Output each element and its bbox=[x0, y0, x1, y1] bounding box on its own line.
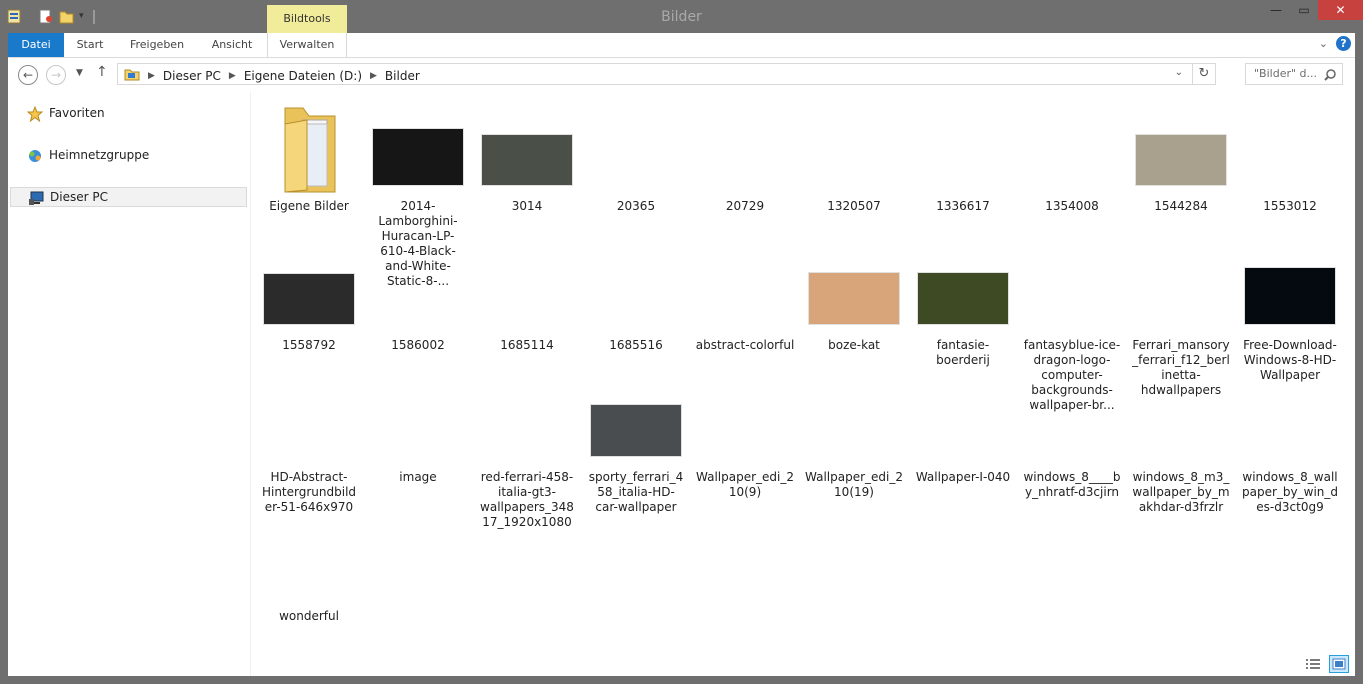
search-icon[interactable] bbox=[1323, 67, 1337, 86]
refresh-icon[interactable]: ↻ bbox=[1192, 64, 1215, 84]
image-thumbnail bbox=[482, 135, 572, 185]
image-thumbnail bbox=[1245, 268, 1335, 324]
file-name-label: 20729 bbox=[725, 199, 765, 213]
file-name-label: 1544284 bbox=[1154, 199, 1208, 213]
file-name-label: 1586002 bbox=[391, 338, 445, 352]
search-placeholder: "Bilder" d... bbox=[1254, 67, 1318, 80]
file-name-label: HD-Abstract-Hintergrundbilder-51-646x970 bbox=[261, 470, 357, 514]
address-dropdown-icon[interactable]: ⌄ bbox=[1175, 67, 1183, 78]
nav-item-dieser-pc[interactable]: Dieser PC bbox=[10, 187, 247, 207]
file-name-label: Eigene Bilder bbox=[269, 199, 349, 213]
minimize-icon[interactable]: — bbox=[1262, 0, 1290, 20]
nav-item-label: Heimnetzgruppe bbox=[49, 148, 150, 162]
computer-icon bbox=[28, 190, 44, 206]
window-title: Bilder bbox=[661, 9, 702, 25]
file-name-label: 1320507 bbox=[827, 199, 881, 213]
navigation-pane: Favoriten Heimnetzgruppe Dieser PC bbox=[8, 92, 251, 676]
chevron-right-icon[interactable]: ▶ bbox=[148, 71, 155, 81]
recent-locations-icon[interactable]: ▼ bbox=[76, 68, 83, 78]
file-name-label: Wallpaper_edi_210(19) bbox=[805, 470, 903, 499]
up-icon[interactable]: ↑ bbox=[96, 64, 108, 80]
file-name-label: 20365 bbox=[616, 199, 656, 213]
file-name-label: windows_8_wallpaper_by_win_des-d3ct0g9 bbox=[1242, 470, 1338, 514]
tab-datei[interactable]: Datei bbox=[8, 33, 64, 57]
nav-item-favoriten[interactable]: Favoriten bbox=[10, 104, 247, 124]
file-name-label: sporty_ferrari_458_italia-HD-car-wallpap… bbox=[588, 470, 684, 514]
image-thumbnail bbox=[373, 129, 463, 185]
file-name-label: 2014-Lamborghini-Huracan-LP-610-4-Black-… bbox=[378, 199, 458, 288]
file-name-label: windows_8____by_nhratf-d3cjirn bbox=[1023, 470, 1121, 499]
file-name-label: abstract-colorful bbox=[695, 338, 795, 352]
file-name-label: boze-kat bbox=[828, 338, 880, 352]
file-name-label: 1354008 bbox=[1045, 199, 1099, 213]
file-name-label: 1685516 bbox=[609, 338, 663, 352]
nav-item-label: Dieser PC bbox=[50, 190, 108, 204]
search-box[interactable]: "Bilder" d... bbox=[1245, 63, 1343, 85]
file-name-label: Wallpaper_edi_210(9) bbox=[696, 470, 794, 499]
close-icon[interactable]: ✕ bbox=[1318, 0, 1363, 20]
folder-icon bbox=[281, 102, 341, 198]
file-name-label: 1553012 bbox=[1263, 199, 1317, 213]
tab-ansicht[interactable]: Ansicht bbox=[204, 33, 260, 57]
back-icon[interactable]: ← bbox=[18, 65, 38, 85]
large-icons-view-icon[interactable] bbox=[1329, 655, 1349, 673]
image-thumbnail bbox=[1136, 135, 1226, 185]
content-area: Favoriten Heimnetzgruppe Dieser PC Eigen… bbox=[8, 92, 1355, 676]
homegroup-icon bbox=[27, 148, 43, 164]
file-name-label: windows_8_m3_wallpaper_by_makhdar-d3frzl… bbox=[1132, 470, 1230, 514]
tab-freigeben[interactable]: Freigeben bbox=[126, 33, 188, 57]
file-name-label: 1336617 bbox=[936, 199, 990, 213]
file-name-label: fantasyblue-ice-dragon-logo-computer-bac… bbox=[1023, 338, 1121, 412]
file-name-label: Free-Download-Windows-8-HD-Wallpaper bbox=[1243, 338, 1337, 382]
file-name-label: 1685114 bbox=[500, 338, 554, 352]
expand-ribbon-icon[interactable]: ⌄ bbox=[1319, 37, 1328, 50]
details-view-icon[interactable] bbox=[1303, 655, 1323, 673]
image-thumbnail bbox=[809, 273, 899, 324]
help-icon[interactable]: ? bbox=[1336, 36, 1351, 51]
file-name-label: wonderful bbox=[279, 609, 339, 623]
title-bar: ▾ Bildtools Bilder — ▭ ✕ bbox=[0, 0, 1363, 33]
breadcrumb-item[interactable]: Dieser PC bbox=[163, 69, 221, 83]
star-icon bbox=[26, 105, 44, 123]
breadcrumb-item[interactable]: Bilder bbox=[385, 69, 420, 83]
file-name-label: red-ferrari-458-italia-gt3-wallpapers_34… bbox=[480, 470, 574, 529]
window-controls: — ▭ ✕ bbox=[1262, 0, 1363, 20]
file-name-label: 3014 bbox=[511, 199, 543, 213]
image-thumbnail bbox=[918, 273, 1008, 324]
nav-item-heimnetzgruppe[interactable]: Heimnetzgruppe bbox=[10, 146, 247, 166]
address-bar[interactable]: ▶ Dieser PC ▶ Eigene Dateien (D:) ▶ Bild… bbox=[117, 63, 1216, 85]
nav-item-label: Favoriten bbox=[49, 106, 105, 120]
maximize-icon[interactable]: ▭ bbox=[1290, 0, 1318, 20]
view-switcher bbox=[1303, 655, 1349, 673]
tab-verwalten[interactable]: Verwalten bbox=[267, 33, 347, 57]
ribbon-tabs: Datei Start Freigeben Ansicht Verwalten … bbox=[8, 33, 1355, 58]
file-name-label: fantasie-boerderij bbox=[936, 338, 990, 367]
folder-location-icon bbox=[124, 67, 140, 84]
file-name-label: 1558792 bbox=[282, 338, 336, 352]
image-thumbnail bbox=[591, 405, 681, 456]
breadcrumb-item[interactable]: Eigene Dateien (D:) bbox=[244, 69, 362, 83]
chevron-right-icon[interactable]: ▶ bbox=[229, 71, 236, 81]
image-thumbnail bbox=[264, 274, 354, 324]
breadcrumb: ▶ Dieser PC ▶ Eigene Dateien (D:) ▶ Bild… bbox=[124, 67, 420, 84]
forward-icon[interactable]: → bbox=[46, 65, 66, 85]
file-name-label: Ferrari_mansory_ferrari_f12_berlinetta-h… bbox=[1132, 338, 1230, 397]
address-row: ← → ▼ ↑ ▶ Dieser PC ▶ Eigene Dateien (D:… bbox=[8, 58, 1355, 92]
explorer-window: ▾ Bildtools Bilder — ▭ ✕ Datei Start Fre… bbox=[0, 0, 1363, 684]
chevron-right-icon[interactable]: ▶ bbox=[370, 71, 377, 81]
file-name-label: Wallpaper-I-040 bbox=[915, 470, 1011, 484]
file-name-label: image bbox=[399, 470, 437, 484]
tab-start[interactable]: Start bbox=[69, 33, 111, 57]
